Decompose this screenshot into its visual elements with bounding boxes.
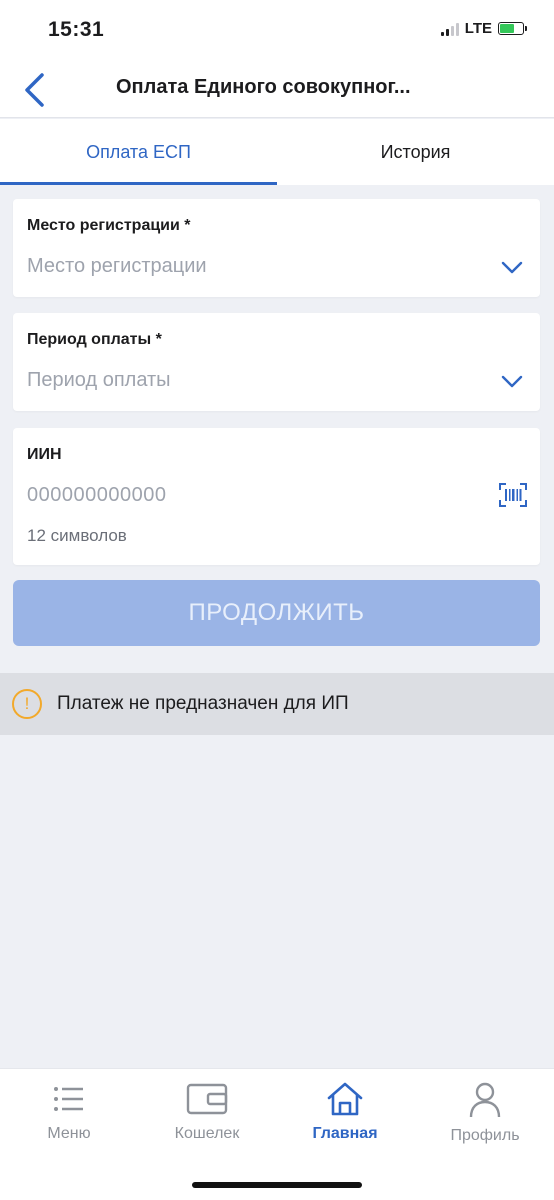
battery-icon (498, 22, 527, 35)
iin-input[interactable]: 000000000000 (27, 484, 166, 507)
warning-icon: ! (12, 689, 42, 719)
period-label: Период оплаты * (27, 331, 162, 348)
notice-text: Платеж не предназначен для ИП (57, 693, 349, 714)
nav-profile[interactable]: Профиль (430, 1081, 540, 1145)
bottom-tab-bar: Меню Кошелек Главная Профиль (0, 1068, 554, 1200)
wallet-icon (186, 1083, 228, 1115)
continue-button[interactable]: ПРОДОЛЖИТЬ (13, 580, 540, 646)
tab-esp-payment[interactable]: Оплата ЕСП (0, 119, 277, 185)
chevron-down-icon[interactable] (500, 255, 524, 279)
back-button[interactable] (14, 68, 54, 112)
period-select[interactable]: Период оплаты * Период оплаты (13, 313, 540, 411)
home-indicator (192, 1182, 362, 1188)
iin-label: ИИН (27, 446, 62, 463)
iin-hint: 12 символов (27, 526, 127, 545)
nav-menu-label: Меню (47, 1125, 91, 1142)
registration-select[interactable]: Место регистрации * Место регистрации (13, 199, 540, 297)
registration-label: Место регистрации * (27, 217, 191, 234)
period-placeholder: Период оплаты (27, 369, 171, 391)
chevron-down-icon[interactable] (500, 369, 524, 393)
nav-profile-label: Профиль (450, 1127, 520, 1144)
menu-list-icon (54, 1087, 83, 1111)
status-indicators: LTE (440, 20, 527, 37)
tab-bar: Оплата ЕСП История (0, 119, 554, 185)
nav-bar: Оплата Единого совокупног... (0, 62, 554, 118)
tab-history[interactable]: История (277, 119, 554, 185)
chevron-left-icon (25, 73, 44, 107)
network-label: LTE (464, 20, 492, 37)
nav-home-label: Главная (312, 1125, 378, 1142)
signal-icon (440, 22, 459, 36)
page-title: Оплата Единого совокупног... (116, 76, 411, 98)
barcode-scan-icon[interactable] (498, 482, 528, 508)
home-icon (327, 1082, 363, 1116)
nav-wallet-label: Кошелек (174, 1125, 240, 1142)
nav-home[interactable]: Главная (290, 1081, 400, 1143)
status-bar: 15:31 LTE (0, 0, 554, 62)
nav-menu[interactable]: Меню (14, 1081, 124, 1143)
iin-field[interactable]: ИИН 000000000000 12 символов (13, 428, 540, 565)
nav-wallet[interactable]: Кошелек (152, 1081, 262, 1143)
info-notice: ! Платеж не предназначен для ИП (0, 673, 554, 735)
status-time: 15:31 (48, 18, 105, 41)
registration-placeholder: Место регистрации (27, 255, 207, 277)
profile-icon (469, 1082, 501, 1118)
